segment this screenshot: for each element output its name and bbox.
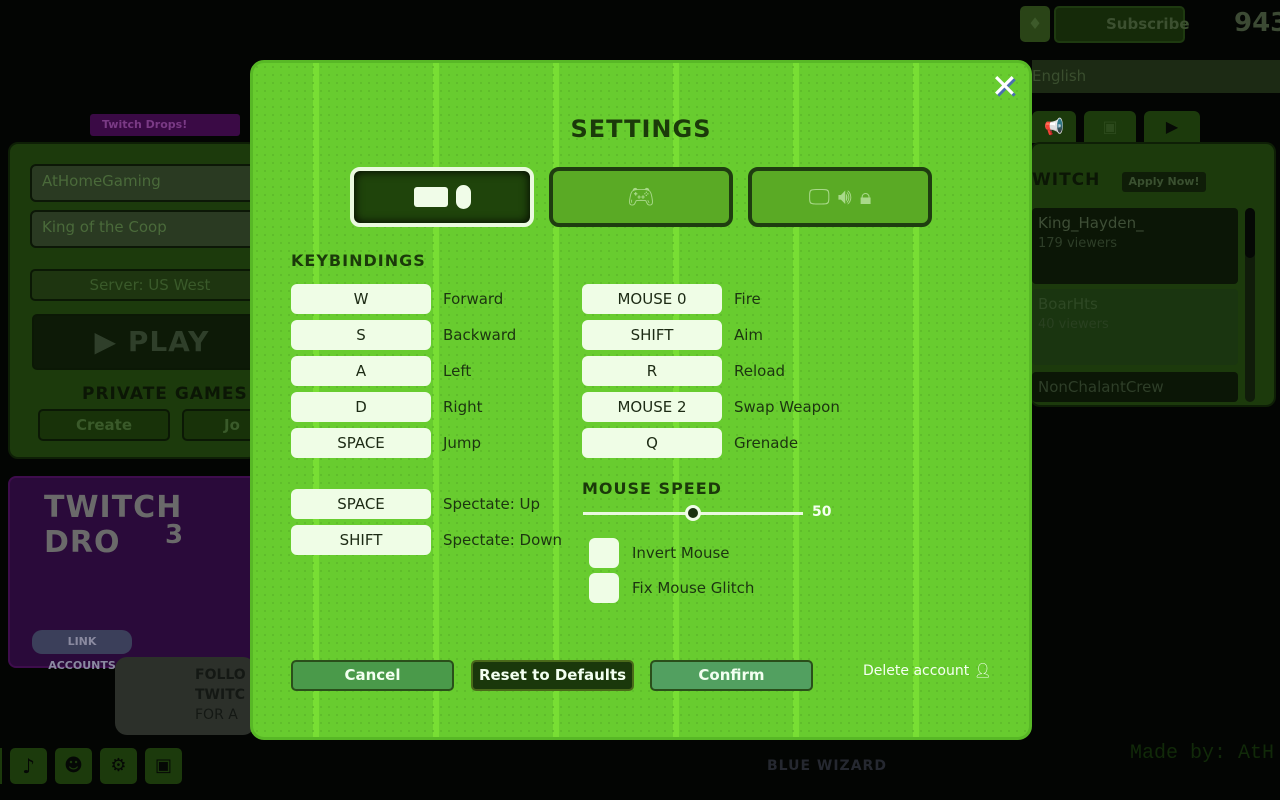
mouse-speed-value: 50 xyxy=(812,504,832,520)
server-select[interactable]: Server: US West xyxy=(30,269,270,301)
promo-number: 3 xyxy=(165,520,185,550)
keybinding-key[interactable]: SHIFT xyxy=(291,525,431,555)
close-icon[interactable]: ✕ xyxy=(991,67,1018,105)
tab-keyboard-mouse[interactable] xyxy=(350,167,534,227)
promo-title: TWITCH DRO xyxy=(44,490,183,560)
delete-account-link[interactable]: Delete account 👤︎ xyxy=(863,663,991,679)
streams-panel: WITCH Apply Now! King_Hayden_ 179 viewer… xyxy=(1030,142,1276,407)
keybinding-key[interactable]: SHIFT xyxy=(582,320,722,350)
tooltip-line: TWITC xyxy=(195,687,246,703)
sound-icon: 🔊︎ xyxy=(837,184,852,210)
coin-count: 943 xyxy=(1234,8,1280,38)
play-panel: AtHomeGaming King of the Coop Server: US… xyxy=(8,142,282,459)
stream-name: NonChalantCrew xyxy=(1038,378,1164,396)
keybinding-key[interactable]: S xyxy=(291,320,431,350)
delete-user-icon: 👤︎ xyxy=(973,663,992,679)
mouse-speed-slider[interactable] xyxy=(583,505,803,521)
keybinding-action: Swap Weapon xyxy=(734,398,840,416)
tab-gamepad[interactable]: 🎮︎ xyxy=(549,167,733,227)
social-icon[interactable] xyxy=(0,748,2,784)
fix-mouse-glitch-checkbox[interactable] xyxy=(589,573,619,603)
cancel-button[interactable]: Cancel xyxy=(291,660,454,691)
keybinding-key[interactable]: SPACE xyxy=(291,428,431,458)
mouse-icon xyxy=(455,185,471,209)
delete-account-label: Delete account xyxy=(863,663,970,679)
language-select[interactable]: English xyxy=(1032,60,1280,93)
twitch-drops-promo[interactable]: TWITCH DRO 3 LINK ACCOUNTS xyxy=(8,476,258,672)
keybindings-heading: KEYBINDINGS xyxy=(291,251,426,270)
follow-tooltip: FOLLO TWITC FOR A xyxy=(115,657,255,735)
fix-mouse-glitch-label: Fix Mouse Glitch xyxy=(632,579,755,597)
invert-mouse-checkbox[interactable] xyxy=(589,538,619,568)
slider-thumb[interactable] xyxy=(685,505,701,521)
lock-icon: 🔒︎ xyxy=(859,184,872,210)
keybinding-action: Grenade xyxy=(734,434,799,452)
confirm-button[interactable]: Confirm xyxy=(650,660,813,691)
keybinding-action: Right xyxy=(443,398,483,416)
tooltip-line: FOR A xyxy=(195,707,238,723)
stream-name: BoarHts xyxy=(1038,295,1098,313)
name-field[interactable]: AtHomeGaming xyxy=(30,164,270,202)
twitch-icon[interactable]: ▣ xyxy=(145,748,182,784)
tiktok-icon[interactable]: ♪ xyxy=(10,748,47,784)
create-button[interactable]: Create xyxy=(38,409,170,441)
tab-youtube[interactable]: ▶ xyxy=(1144,111,1200,143)
social-icons: ♪ ☻ ⚙ ▣ xyxy=(0,748,182,784)
tab-news[interactable]: 📢 xyxy=(1032,111,1076,143)
keybinding-action: Jump xyxy=(443,434,482,452)
tooltip-line: FOLLO xyxy=(195,667,246,683)
discord-icon[interactable]: ☻ xyxy=(55,748,92,784)
stream-item[interactable]: NonChalantCrew xyxy=(1032,372,1238,402)
private-games-heading: PRIVATE GAMES xyxy=(82,384,248,404)
keybinding-key[interactable]: Q xyxy=(582,428,722,458)
stream-viewers: 40 viewers xyxy=(1038,317,1109,332)
reset-defaults-button[interactable]: Reset to Defaults xyxy=(471,660,634,691)
stream-item[interactable]: BoarHts 40 viewers xyxy=(1032,289,1238,365)
made-by-credit: Made by: AtH xyxy=(1130,742,1275,765)
stream-item[interactable]: King_Hayden_ 179 viewers xyxy=(1032,208,1238,284)
game-mode-field[interactable]: King of the Coop xyxy=(30,210,270,248)
blue-wizard-logo: BLUE WIZARD xyxy=(767,758,887,774)
steam-icon[interactable]: ⚙ xyxy=(100,748,137,784)
keybinding-key[interactable]: MOUSE 0 xyxy=(582,284,722,314)
tab-twitch[interactable]: ▣ xyxy=(1084,111,1136,143)
diamond-button[interactable]: ♦ xyxy=(1020,6,1050,42)
keybinding-action: Reload xyxy=(734,362,786,380)
keybinding-action: Fire xyxy=(734,290,761,308)
keybinding-key[interactable]: D xyxy=(291,392,431,422)
stream-viewers: 179 viewers xyxy=(1038,236,1117,251)
play-button[interactable]: ▶ PLAY xyxy=(32,314,272,370)
settings-title: SETTINGS xyxy=(570,115,712,143)
monitor-icon: 🖵 xyxy=(808,184,830,210)
keybinding-key[interactable]: R xyxy=(582,356,722,386)
keybinding-action: Aim xyxy=(734,326,764,344)
keybinding-action: Forward xyxy=(443,290,504,308)
keybinding-action: Spectate: Up xyxy=(443,495,541,513)
keybinding-key[interactable]: A xyxy=(291,356,431,386)
keybinding-key[interactable]: MOUSE 2 xyxy=(582,392,722,422)
apply-now-button[interactable]: Apply Now! xyxy=(1122,172,1206,192)
keyboard-icon xyxy=(413,187,448,207)
link-accounts-button[interactable]: LINK ACCOUNTS xyxy=(32,630,132,672)
mouse-speed-heading: MOUSE SPEED xyxy=(582,479,722,498)
settings-modal: ✕ SETTINGS 🎮︎ 🖵 🔊︎ 🔒︎ KEYBINDINGS MOUSE SP… xyxy=(250,60,1032,740)
twitch-drops-badge[interactable]: Twitch Drops! xyxy=(90,114,240,136)
stream-name: King_Hayden_ xyxy=(1038,214,1144,232)
gamepad-icon: 🎮︎ xyxy=(627,184,655,210)
play-label: PLAY xyxy=(127,325,210,358)
twitch-heading: WITCH xyxy=(1032,170,1101,190)
keybinding-key[interactable]: W xyxy=(291,284,431,314)
subscribe-button[interactable]: Subscribe xyxy=(1054,6,1190,43)
keybinding-key[interactable]: SPACE xyxy=(291,489,431,519)
invert-mouse-label: Invert Mouse xyxy=(632,544,730,562)
streams-scrollbar[interactable] xyxy=(1245,208,1255,402)
tab-display-sound-privacy[interactable]: 🖵 🔊︎ 🔒︎ xyxy=(748,167,932,227)
keybinding-action: Backward xyxy=(443,326,517,344)
keybinding-action: Left xyxy=(443,362,472,380)
keybinding-action: Spectate: Down xyxy=(443,531,563,549)
